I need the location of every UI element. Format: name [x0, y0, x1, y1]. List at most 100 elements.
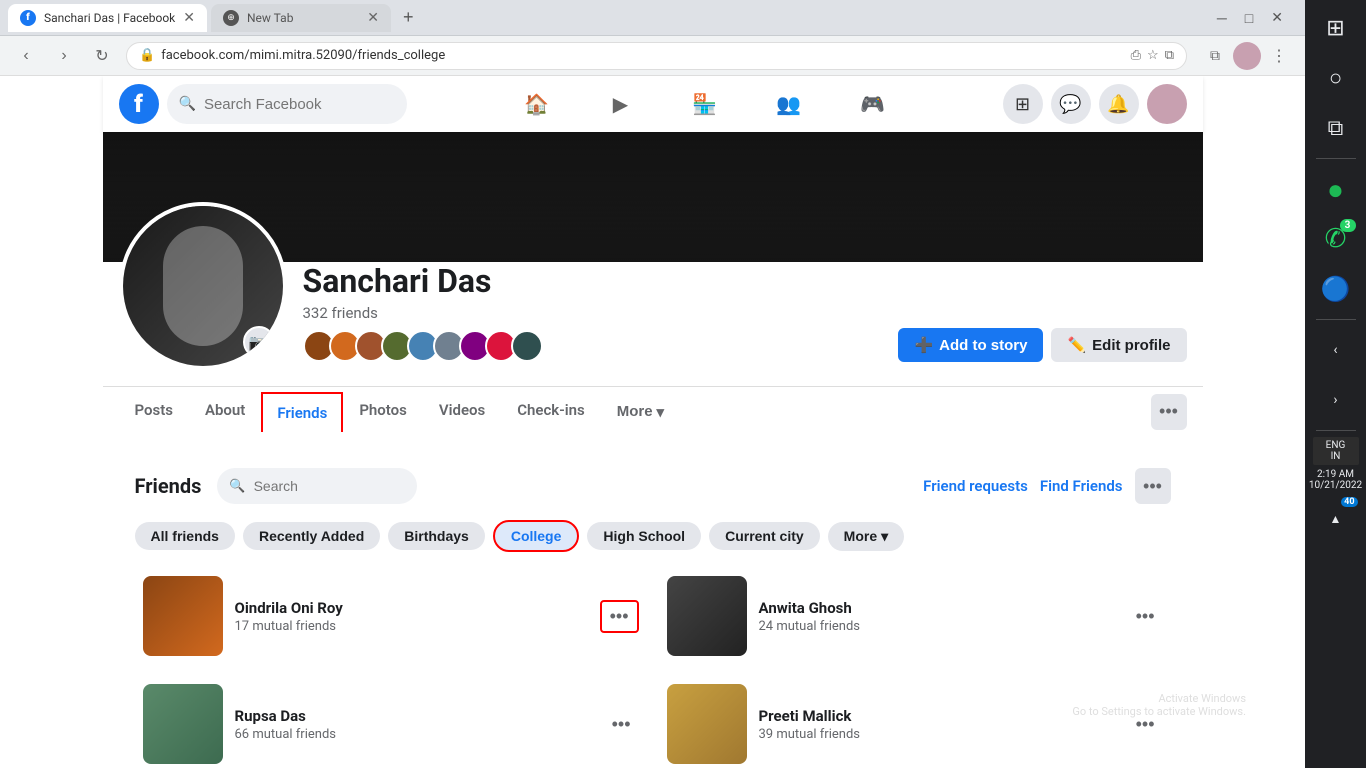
filter-current-city[interactable]: Current city [709, 522, 820, 550]
avatar-silhouette [163, 226, 243, 346]
friends-more-dots-button[interactable]: ••• [1135, 468, 1171, 504]
new-tab-button[interactable]: + [395, 7, 422, 28]
filter-college[interactable]: College [493, 520, 580, 552]
refresh-button[interactable]: ↻ [88, 42, 116, 70]
notifications-tray-button[interactable]: ▲ 40 [1312, 495, 1360, 543]
friend-info-1: Oindrila Oni Roy 17 mutual friends [235, 599, 588, 634]
apps-button[interactable]: ⊞ [1003, 84, 1043, 124]
profile-name: Sanchari Das [303, 262, 883, 300]
friends-search-box[interactable]: 🔍 [217, 468, 417, 504]
nav-videos[interactable]: Videos [423, 387, 501, 436]
whatsapp-button[interactable]: ✆ 3 [1312, 215, 1360, 263]
filter-recently-added[interactable]: Recently Added [243, 522, 380, 550]
nav-checkins[interactable]: Check-ins [501, 387, 600, 436]
chrome-icon: 🔵 [1321, 275, 1351, 303]
friend-avatar-9 [511, 330, 543, 362]
friends-search-input[interactable] [254, 478, 394, 494]
active-tab-close[interactable]: ✕ [183, 10, 195, 26]
nav-marketplace[interactable]: 🏪 [665, 80, 745, 128]
friend-info-4: Preeti Mallick 39 mutual friends [759, 707, 1116, 742]
friends-header: Friends 🔍 Friend requests Find Friends •… [135, 468, 1171, 504]
more-label: More [617, 403, 653, 420]
task-view-button[interactable]: ⧉ [1312, 104, 1360, 152]
minimize-button[interactable]: ─ [1211, 7, 1233, 28]
divider-3 [1316, 430, 1356, 431]
notifications-button[interactable]: 🔔 [1099, 84, 1139, 124]
nav-groups[interactable]: 👥 [749, 80, 829, 128]
spotify-button[interactable]: ● [1312, 165, 1360, 213]
search-input[interactable] [204, 96, 384, 113]
avatar-camera-button[interactable]: 📷 [243, 326, 275, 358]
friend-more-btn-3[interactable]: ••• [604, 710, 639, 739]
friend-more-btn-4[interactable]: ••• [1128, 710, 1163, 739]
profile-avatar: 📷 [119, 202, 287, 370]
active-tab[interactable]: f Sanchari Das | Facebook ✕ [8, 4, 207, 32]
nav-about[interactable]: About [189, 387, 261, 436]
filter-more-button[interactable]: More ▾ [828, 522, 904, 551]
user-avatar[interactable] [1147, 84, 1187, 124]
nav-friends[interactable]: Friends [261, 392, 343, 432]
header-right: ⊞ 💬 🔔 [1003, 84, 1187, 124]
back-button[interactable]: ‹ [12, 42, 40, 70]
inactive-tab-close[interactable]: ✕ [367, 10, 379, 26]
inactive-tab-title: New Tab [247, 11, 293, 25]
pencil-icon: ✏️ [1067, 336, 1086, 354]
filter-birthdays[interactable]: Birthdays [388, 522, 485, 550]
input-method-button[interactable]: ENG IN [1313, 437, 1359, 465]
address-bar[interactable]: 🔒 facebook.com/mimi.mitra.52090/friends_… [126, 42, 1187, 70]
nav-gaming[interactable]: 🎮 [833, 80, 913, 128]
friend-requests-link[interactable]: Friend requests [923, 477, 1028, 495]
divider-2 [1316, 319, 1356, 320]
find-friends-link[interactable]: Find Friends [1040, 477, 1123, 495]
friend-more-btn-1[interactable]: ••• [600, 600, 639, 633]
windows-search-button[interactable]: ○ [1312, 54, 1360, 102]
friend-mutual-4: 39 mutual friends [759, 727, 1116, 742]
windows-icon: ⊞ [1326, 16, 1344, 41]
friends-search-icon: 🔍 [229, 479, 245, 494]
friend-info-2: Anwita Ghosh 24 mutual friends [759, 599, 1116, 634]
messenger-button[interactable]: 💬 [1051, 84, 1091, 124]
scroll-up-button[interactable]: ‹ [1312, 326, 1360, 374]
extension-icon: ⧉ [1165, 48, 1174, 63]
scroll-down-button[interactable]: › [1312, 376, 1360, 424]
filter-high-school[interactable]: High School [587, 522, 701, 550]
close-button[interactable]: ✕ [1265, 7, 1289, 28]
fb-logo[interactable]: f [119, 84, 159, 124]
more-text: More [844, 528, 877, 544]
friends-title: Friends [135, 474, 202, 498]
extensions-button[interactable]: ⧉ [1201, 42, 1229, 70]
nav-dots: ••• [1151, 394, 1187, 430]
friend-name-3: Rupsa Das [235, 707, 592, 725]
chrome-button[interactable]: 🔵 [1312, 265, 1360, 313]
nav-dots-button[interactable]: ••• [1151, 394, 1187, 430]
nav-more-button[interactable]: More ▾ [601, 389, 680, 435]
menu-button[interactable]: ⋮ [1265, 42, 1293, 70]
friend-mutual-1: 17 mutual friends [235, 619, 588, 634]
add-icon: ➕ [914, 336, 933, 354]
nav-photos[interactable]: Photos [343, 387, 423, 436]
windows-logo-button[interactable]: ⊞ [1312, 4, 1360, 52]
friends-grid: Oindrila Oni Roy 17 mutual friends ••• A… [135, 568, 1171, 768]
filter-all-friends[interactable]: All friends [135, 522, 235, 550]
whatsapp-badge: 3 [1340, 219, 1356, 232]
nav-watch[interactable]: ▶ [581, 80, 661, 128]
friend-card-2: Anwita Ghosh 24 mutual friends ••• [659, 568, 1171, 664]
address-text: facebook.com/mimi.mitra.52090/friends_co… [161, 48, 445, 63]
friend-info-3: Rupsa Das 66 mutual friends [235, 707, 592, 742]
inactive-tab[interactable]: ⊕ New Tab ✕ [211, 4, 391, 32]
chevron-down-icon: ▾ [657, 403, 665, 421]
search-box[interactable]: 🔍 [167, 84, 407, 124]
maximize-button[interactable]: □ [1239, 7, 1259, 28]
add-story-button[interactable]: ➕ Add to story [898, 328, 1043, 362]
in-label: IN [1315, 451, 1357, 462]
friend-card-1: Oindrila Oni Roy 17 mutual friends ••• [135, 568, 647, 664]
nav-posts[interactable]: Posts [119, 387, 189, 436]
clock-display[interactable]: 2:19 AM 10/21/2022 [1307, 467, 1364, 493]
forward-button[interactable]: › [50, 42, 78, 70]
user-profile-button[interactable] [1233, 42, 1261, 70]
notification-count-badge: 40 [1341, 497, 1357, 507]
friend-more-btn-2[interactable]: ••• [1128, 602, 1163, 631]
friend-photo-3 [143, 684, 223, 764]
nav-home[interactable]: 🏠 [497, 80, 577, 128]
edit-profile-button[interactable]: ✏️ Edit profile [1051, 328, 1186, 362]
